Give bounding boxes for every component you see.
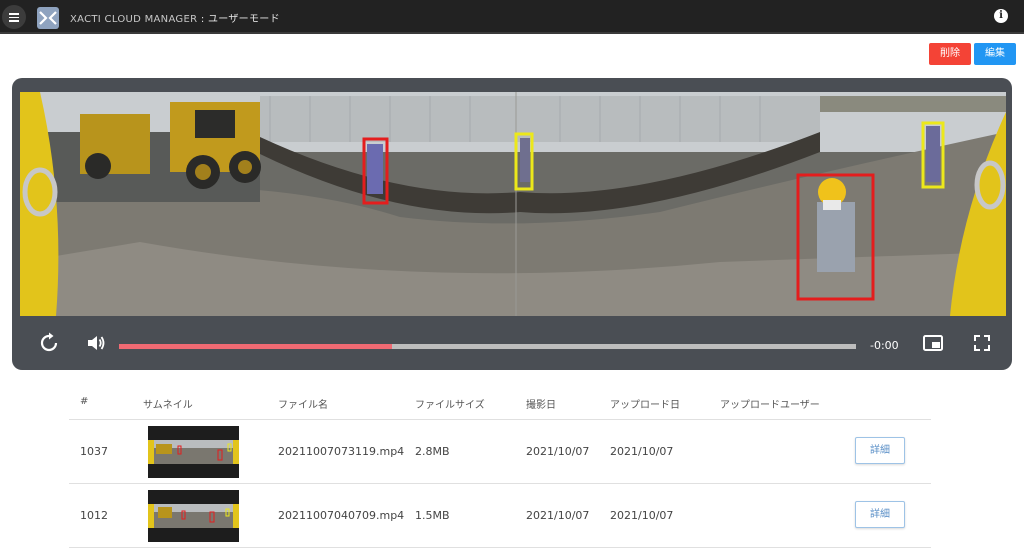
delete-button[interactable]: 削除 bbox=[929, 43, 971, 65]
menu-icon[interactable] bbox=[2, 5, 26, 29]
row-shot-date: 2021/10/07 bbox=[526, 509, 590, 522]
table-row[interactable]: 1012 20211007040709.mp4 1.5MB 2021/10/07… bbox=[69, 484, 931, 548]
top-bar: XACTI CLOUD MANAGER : ユーザーモード i bbox=[0, 0, 1024, 34]
row-id: 1012 bbox=[80, 509, 108, 522]
app-title: XACTI CLOUD MANAGER : ユーザーモード bbox=[70, 10, 280, 25]
col-header-filesize: ファイルサイズ bbox=[415, 400, 485, 411]
video-player: -0:00 bbox=[12, 78, 1012, 370]
time-remaining: -0:00 bbox=[870, 339, 899, 352]
player-controls: -0:00 bbox=[12, 322, 1012, 370]
col-header-shot-date: 撮影日 bbox=[526, 400, 556, 411]
replay-icon[interactable] bbox=[38, 332, 60, 354]
file-table: # サムネイル ファイル名 ファイルサイズ 撮影日 アップロード日 アップロード… bbox=[69, 384, 931, 548]
col-header-id: # bbox=[80, 396, 89, 407]
edit-button[interactable]: 編集 bbox=[974, 43, 1016, 65]
col-header-filename: ファイル名 bbox=[278, 400, 328, 411]
row-id: 1037 bbox=[80, 445, 108, 458]
detail-button[interactable]: 詳細 bbox=[855, 501, 905, 528]
picture-in-picture-icon[interactable] bbox=[922, 332, 944, 354]
col-header-upload-date: アップロード日 bbox=[610, 400, 680, 411]
title-separator: : bbox=[197, 14, 208, 25]
row-filename: 20211007040709.mp4 bbox=[278, 509, 405, 522]
row-shot-date: 2021/10/07 bbox=[526, 445, 590, 458]
row-filesize: 1.5MB bbox=[415, 509, 450, 522]
video-frame[interactable] bbox=[20, 92, 1006, 316]
app-brand: XACTI CLOUD MANAGER bbox=[70, 14, 198, 25]
fullscreen-icon[interactable] bbox=[971, 332, 993, 354]
row-upload-date: 2021/10/07 bbox=[610, 445, 674, 458]
col-header-upload-user: アップロードユーザー bbox=[720, 400, 820, 411]
volume-icon[interactable] bbox=[85, 332, 107, 354]
thumbnail-image[interactable] bbox=[148, 426, 239, 478]
table-row[interactable]: 1037 20211007073119.mp4 2.8MB 2021/10/07… bbox=[69, 420, 931, 484]
progress-played bbox=[119, 344, 392, 349]
app-logo bbox=[37, 7, 59, 29]
info-icon[interactable]: i bbox=[994, 9, 1008, 23]
mode-label: ユーザーモード bbox=[207, 14, 280, 25]
row-filename: 20211007073119.mp4 bbox=[278, 445, 405, 458]
table-header: # サムネイル ファイル名 ファイルサイズ 撮影日 アップロード日 アップロード… bbox=[69, 384, 931, 420]
progress-bar[interactable] bbox=[119, 344, 856, 349]
row-upload-date: 2021/10/07 bbox=[610, 509, 674, 522]
row-filesize: 2.8MB bbox=[415, 445, 450, 458]
detail-button[interactable]: 詳細 bbox=[855, 437, 905, 464]
thumbnail-image[interactable] bbox=[148, 490, 239, 542]
col-header-thumbnail: サムネイル bbox=[143, 400, 193, 411]
